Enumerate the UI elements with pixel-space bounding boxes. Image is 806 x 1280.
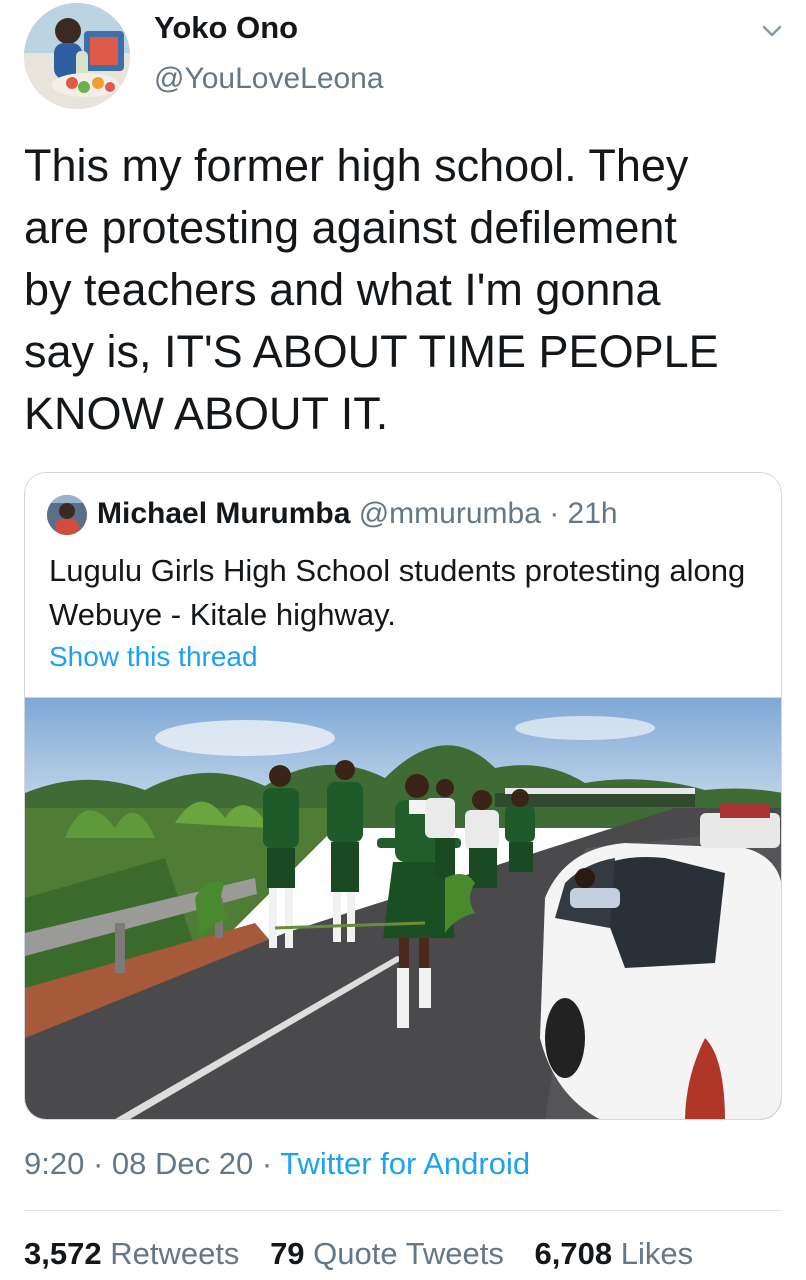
quoted-text: Lugulu Girls High School students protes…: [49, 553, 746, 632]
quoted-header: Michael Murumba @mmurumba · 21h: [97, 497, 618, 531]
divider: [24, 1210, 782, 1211]
author-handle[interactable]: @YouLoveLeona: [154, 62, 384, 96]
tweet-time[interactable]: 9:20: [24, 1146, 84, 1181]
author-avatar[interactable]: [24, 3, 130, 109]
quoted-separator: ·: [540, 497, 568, 530]
quoted-author-avatar[interactable]: [47, 495, 87, 535]
quoted-time: 21h: [567, 497, 618, 530]
tweet-text: This my former high school. They are pro…: [24, 140, 719, 439]
quoted-tweet-card[interactable]: Michael Murumba @mmurumba · 21h Lugulu G…: [24, 472, 782, 1120]
avatar-photo-icon: [24, 3, 130, 109]
likes-stat[interactable]: 6,708 Likes: [535, 1236, 694, 1271]
timestamp-separator: ·: [84, 1146, 112, 1181]
photo-students-protest-icon: [25, 698, 781, 1119]
source-separator: ·: [253, 1146, 281, 1181]
likes-count: 6,708: [534, 1236, 613, 1271]
quote-tweets-stat[interactable]: 79 Quote Tweets: [270, 1236, 504, 1271]
quoted-handle[interactable]: @mmurumba: [359, 497, 541, 530]
quote-tweets-label: Quote Tweets: [313, 1236, 504, 1271]
quoted-media-photo[interactable]: [25, 697, 781, 1119]
quoted-avatar-photo-icon: [47, 495, 87, 535]
retweets-label: Retweets: [110, 1236, 240, 1271]
show-thread-link[interactable]: Show this thread: [49, 641, 258, 673]
retweets-stat[interactable]: 3,572 Retweets: [24, 1236, 239, 1271]
tweet-date[interactable]: 08 Dec 20: [112, 1146, 253, 1181]
tweet-stats-row: 3,572 Retweets 79 Quote Tweets 6,708 Lik…: [24, 1236, 715, 1272]
tweet-source-link[interactable]: Twitter for Android: [280, 1146, 530, 1181]
author-display-name[interactable]: Yoko Ono: [154, 10, 298, 46]
tweet-timestamp-row: 9:20 · 08 Dec 20 · Twitter for Android: [24, 1146, 530, 1182]
tweet-detail: Yoko Ono @YouLoveLeona This my former hi…: [0, 0, 806, 1280]
retweets-count: 3,572: [24, 1236, 102, 1271]
quoted-display-name[interactable]: Michael Murumba: [97, 497, 350, 530]
quote-tweets-count: 79: [270, 1236, 305, 1271]
likes-label: Likes: [620, 1236, 694, 1271]
chevron-down-icon: [762, 25, 782, 37]
more-options-button[interactable]: [756, 20, 788, 44]
